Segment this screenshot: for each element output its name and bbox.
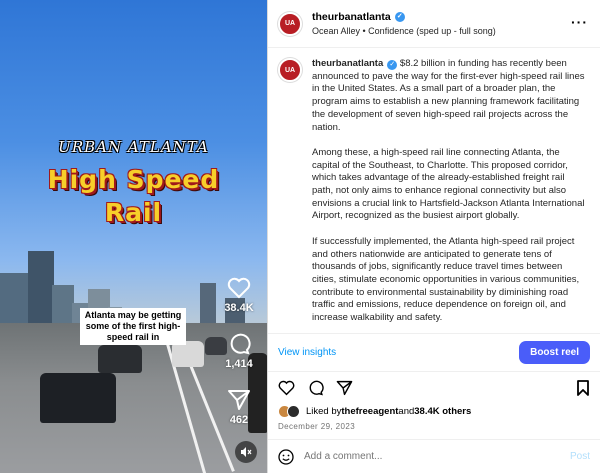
save-button[interactable]: [576, 379, 590, 396]
send-icon[interactable]: [227, 389, 251, 411]
header-username[interactable]: theurbanatlanta: [312, 11, 391, 23]
verified-icon: ✓: [394, 12, 405, 22]
mute-button[interactable]: [235, 441, 257, 463]
post-header: UA theurbanatlanta ✓ Ocean Alley • Confid…: [268, 0, 600, 48]
avatar[interactable]: UA: [278, 11, 302, 36]
likes-others[interactable]: 38.4K others: [414, 406, 471, 417]
overlay-subtitle: URBAN ATLANTA: [58, 138, 209, 156]
comment-button[interactable]: [307, 380, 324, 396]
caption-paragraph-3: If successfully implemented, the Atlanta…: [312, 235, 580, 324]
like-button[interactable]: [278, 380, 295, 396]
likes-middle: and: [398, 405, 415, 417]
caption-username[interactable]: theurbanatlanta: [312, 58, 383, 69]
overlay-title-line1: High Speed: [47, 165, 220, 194]
comment-bar: Post: [268, 439, 600, 473]
action-bar: [268, 371, 600, 403]
send-icon: [336, 380, 353, 395]
post-comment-button[interactable]: Post: [570, 451, 590, 462]
caption-paragraph-1: $8.2 billion in funding has recently bee…: [312, 58, 585, 133]
share-count: 462: [229, 414, 249, 426]
overlay-title-line2: Rail: [104, 198, 163, 227]
caption-section: UA theurbanatlanta ✓ $8.2 billion in fund…: [268, 48, 600, 333]
boost-reel-button[interactable]: Boost reel: [519, 341, 590, 364]
more-options-icon[interactable]: ···: [571, 14, 588, 30]
likes-summary: Liked by thefreeagent and 38.4K others: [268, 403, 600, 419]
comment-icon: [309, 380, 324, 395]
emoji-icon[interactable]: [278, 448, 294, 465]
like-stat[interactable]: 38.4K: [218, 277, 260, 314]
comment-count: 1,414: [225, 358, 253, 370]
avatar[interactable]: UA: [278, 58, 302, 82]
speaker-muted-icon: [241, 447, 252, 457]
bookmark-icon: [577, 379, 589, 396]
like-count: 38.4K: [224, 302, 254, 314]
share-stat[interactable]: 462: [218, 389, 260, 426]
comment-icon[interactable]: [227, 333, 251, 355]
comment-stat[interactable]: 1,414: [218, 333, 260, 370]
heart-icon: [278, 380, 295, 395]
heart-icon[interactable]: [227, 277, 251, 299]
comment-input[interactable]: [304, 451, 570, 462]
caption-paragraph-2: Among these, a high-speed rail line conn…: [312, 146, 585, 222]
audio-link[interactable]: Ocean Alley • Confidence (sped up - full…: [312, 26, 496, 36]
insights-bar: View insights Boost reel: [268, 333, 600, 371]
liked-by-user[interactable]: thefreeagent: [341, 406, 398, 417]
view-insights-link[interactable]: View insights: [278, 347, 336, 358]
post-date[interactable]: December 29, 2023: [268, 419, 600, 439]
verified-icon: ✓: [387, 60, 398, 70]
share-button[interactable]: [336, 380, 353, 396]
reel-view: URBAN ATLANTA High Speed Rail Atlanta ma…: [0, 0, 600, 473]
post-sidebar: UA theurbanatlanta ✓ Ocean Alley • Confid…: [267, 0, 600, 473]
avatar: [287, 404, 300, 418]
reel-video[interactable]: URBAN ATLANTA High Speed Rail Atlanta ma…: [0, 0, 267, 473]
likes-prefix: Liked by: [306, 405, 342, 417]
video-caption: Atlanta may be getting some of the first…: [80, 308, 186, 345]
